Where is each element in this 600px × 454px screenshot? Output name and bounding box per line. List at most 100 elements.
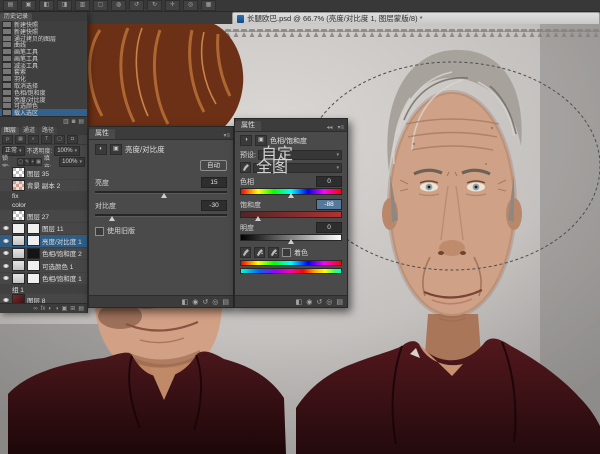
layer-thumbnail[interactable] bbox=[12, 260, 25, 271]
delete-state-icon[interactable]: ▤ bbox=[78, 118, 84, 125]
layers-panel-tab[interactable]: 图层 bbox=[1, 127, 19, 135]
filter-smart-icon[interactable]: ◘ bbox=[67, 135, 78, 144]
layer-row[interactable]: 组 1 bbox=[0, 285, 87, 294]
delete-adjustment-icon[interactable]: ▤ bbox=[222, 298, 229, 306]
selection-intersect-icon[interactable]: ▥ bbox=[75, 0, 90, 11]
move-icon[interactable]: ✛ bbox=[165, 0, 180, 11]
filter-image-icon[interactable]: ▦ bbox=[15, 135, 26, 144]
lightness-slider-thumb[interactable] bbox=[288, 239, 294, 244]
channel-select[interactable]: 全图▾ bbox=[253, 163, 342, 173]
layer-mask-thumbnail[interactable] bbox=[27, 235, 40, 246]
refine-edge-icon[interactable]: ◍ bbox=[111, 0, 126, 11]
panel-collapse-icon[interactable]: ◂◂ bbox=[326, 124, 335, 131]
layer-thumbnail[interactable] bbox=[12, 235, 25, 246]
tab-properties[interactable]: 属性 bbox=[235, 121, 261, 131]
brightness-value[interactable]: 15 bbox=[201, 177, 227, 188]
layer-visibility-toggle[interactable] bbox=[2, 298, 10, 302]
layer-thumbnail[interactable] bbox=[12, 248, 25, 259]
saturation-value[interactable]: -88 bbox=[316, 199, 342, 210]
target-icon[interactable]: ◎ bbox=[183, 0, 198, 11]
clip-to-layer-icon[interactable]: ◧ bbox=[296, 298, 303, 306]
lock-transparency-icon[interactable]: ▢ bbox=[17, 158, 24, 166]
layer-row[interactable]: 背景 副本 2 bbox=[0, 180, 87, 193]
panel-menu-icon[interactable]: ▾≡ bbox=[223, 132, 233, 139]
contrast-slider[interactable] bbox=[95, 212, 227, 220]
contrast-slider-thumb[interactable] bbox=[109, 216, 115, 221]
tab-properties[interactable]: 属性 bbox=[89, 129, 115, 139]
layer-visibility-toggle[interactable] bbox=[2, 239, 10, 243]
document-tab[interactable]: 长腿欧巴.psd @ 66.7% (亮度/对比度 1, 图层蒙版/8) * bbox=[232, 12, 600, 24]
screen-mode-icon[interactable]: ▦ bbox=[201, 0, 216, 11]
layer-thumbnail[interactable] bbox=[12, 180, 25, 191]
layer-row[interactable]: 图层 27 bbox=[0, 210, 87, 223]
layer-row[interactable]: 亮度/对比度 1 bbox=[0, 235, 87, 248]
visibility-icon[interactable]: ◎ bbox=[326, 298, 332, 306]
layer-row[interactable]: fix bbox=[0, 192, 87, 201]
filter-shape-icon[interactable]: ▢ bbox=[54, 135, 65, 144]
filter-kind-icon[interactable]: ρ bbox=[2, 135, 13, 144]
colorize-checkbox[interactable] bbox=[282, 248, 291, 257]
targeted-adjustment-icon[interactable] bbox=[240, 162, 251, 173]
new-group-icon[interactable]: ▣ bbox=[62, 305, 68, 312]
layer-thumbnail[interactable] bbox=[12, 167, 25, 178]
saturation-slider[interactable] bbox=[240, 211, 342, 219]
layer-visibility-toggle[interactable] bbox=[2, 226, 10, 230]
layer-row[interactable]: color bbox=[0, 201, 87, 210]
brightness-slider[interactable] bbox=[95, 189, 227, 197]
reset-icon[interactable]: ↺ bbox=[316, 298, 322, 306]
layers-panel-tab[interactable]: 通道 bbox=[20, 127, 38, 135]
layer-visibility-toggle[interactable] bbox=[2, 264, 10, 268]
reset-icon[interactable]: ↺ bbox=[202, 298, 208, 306]
layer-mask-thumbnail[interactable] bbox=[27, 260, 40, 271]
selection-new-icon[interactable]: ▣ bbox=[21, 0, 36, 11]
panel-menu-icon[interactable]: ▾≡ bbox=[337, 124, 347, 131]
view-previous-state-icon[interactable]: ◉ bbox=[306, 298, 312, 306]
layer-mask-icon[interactable]: ◐ bbox=[48, 306, 52, 312]
saturation-slider-thumb[interactable] bbox=[255, 216, 261, 221]
view-previous-state-icon[interactable]: ◉ bbox=[192, 298, 198, 306]
layer-mask-thumbnail[interactable] bbox=[27, 273, 40, 284]
layer-thumbnail[interactable] bbox=[12, 273, 25, 284]
clip-to-layer-icon[interactable]: ◧ bbox=[182, 298, 189, 306]
contrast-value[interactable]: -30 bbox=[201, 200, 227, 211]
layer-mask-thumbnail[interactable] bbox=[27, 248, 40, 259]
new-layer-icon[interactable]: ⊞ bbox=[70, 305, 75, 312]
layer-row[interactable]: 色相/饱和度 2 bbox=[0, 248, 87, 261]
new-document-from-state-icon[interactable]: ▥ bbox=[63, 118, 69, 125]
brightness-slider-thumb[interactable] bbox=[161, 193, 167, 198]
lock-all-icon[interactable]: ▣ bbox=[35, 158, 42, 166]
rotate-cw-icon[interactable]: ↻ bbox=[147, 0, 162, 11]
lightness-value[interactable]: 0 bbox=[316, 222, 342, 233]
history-item[interactable]: 载入选区 bbox=[0, 109, 87, 116]
layer-row[interactable]: 图层 11 bbox=[0, 223, 87, 236]
adjustment-layer-icon[interactable]: ◑ bbox=[55, 306, 59, 312]
layers-panel-tab[interactable]: 路径 bbox=[39, 127, 57, 135]
rotate-ccw-icon[interactable]: ↺ bbox=[129, 0, 144, 11]
eyedropper-icon[interactable] bbox=[240, 247, 251, 258]
opacity-input[interactable]: 100%▾ bbox=[54, 146, 80, 156]
fill-input[interactable]: 100%▾ bbox=[59, 157, 85, 167]
layer-row[interactable]: 图层 8 bbox=[0, 294, 87, 303]
lightness-slider[interactable] bbox=[240, 234, 342, 242]
layer-thumbnail[interactable] bbox=[12, 294, 25, 303]
layer-row[interactable]: 图层 35 bbox=[0, 167, 87, 180]
delete-layer-icon[interactable]: ▤ bbox=[78, 305, 84, 312]
layer-style-icon[interactable]: fx bbox=[41, 306, 46, 312]
use-legacy-checkbox[interactable] bbox=[95, 227, 104, 236]
hue-slider-thumb[interactable] bbox=[288, 193, 294, 198]
hue-slider[interactable] bbox=[240, 188, 342, 196]
layer-thumbnail[interactable] bbox=[12, 210, 25, 221]
layer-visibility-toggle[interactable] bbox=[2, 276, 10, 280]
filter-adjustment-icon[interactable]: ◐ bbox=[28, 135, 39, 144]
link-layers-icon[interactable]: ∞ bbox=[33, 306, 37, 312]
filter-type-icon[interactable]: T bbox=[41, 135, 52, 144]
layer-thumbnail[interactable] bbox=[12, 223, 25, 234]
layer-mask-thumbnail[interactable] bbox=[27, 223, 40, 234]
eyedropper-add-icon[interactable] bbox=[254, 247, 265, 258]
eyedropper-subtract-icon[interactable] bbox=[268, 247, 279, 258]
feather-icon[interactable]: ▢ bbox=[93, 0, 108, 11]
tool-preset-icon[interactable]: ▤ bbox=[3, 0, 18, 11]
layer-visibility-toggle[interactable] bbox=[2, 251, 10, 255]
layer-row[interactable]: 可选颜色 1 bbox=[0, 260, 87, 273]
visibility-icon[interactable]: ◎ bbox=[212, 298, 218, 306]
